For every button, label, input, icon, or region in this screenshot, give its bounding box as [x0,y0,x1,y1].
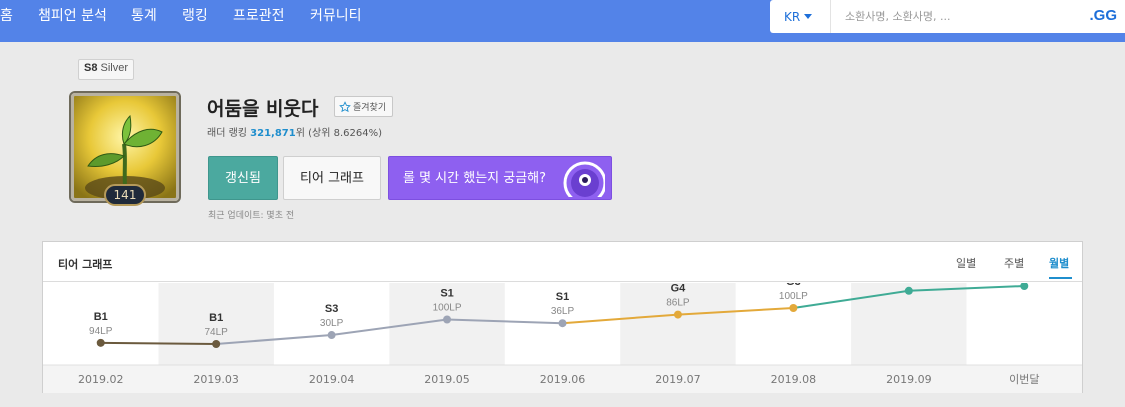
nav-pro-match[interactable]: 프로관전 [233,7,285,25]
active-tab-indicator [1049,277,1072,279]
last-update: 최근 업데이트: 몇초 전 [208,211,295,221]
nav-ranking[interactable]: 랭킹 [182,7,208,25]
region-label: KR [784,10,801,24]
favorite-label: 즐겨찾기 [353,103,387,113]
search-box: .GG [830,0,1125,33]
mascot-icon [563,161,605,197]
nav-statistics[interactable]: 통계 [131,7,157,25]
graph-point-tier-label: S1 [440,288,453,300]
graph-point-tier-label: G4 [671,283,687,295]
ladder-rank-prefix: 래더 랭킹 [207,128,247,139]
nav-champion-analysis[interactable]: 챔피언 분석 [38,7,107,25]
graph-point-lp-label: 74LP [204,327,228,338]
graph-column-band [851,283,967,365]
nav-community[interactable]: 커뮤니티 [310,7,362,25]
graph-x-tick-label: 2019.07 [655,373,701,386]
graph-x-tick-label: 이번달 [1009,373,1039,386]
tier-graph-title: 티어 그래프 [58,258,113,271]
renew-button[interactable]: 갱신됨 [208,156,278,200]
graph-point [212,340,221,348]
graph-point [1020,283,1029,290]
favorite-button[interactable]: 즐겨찾기 [334,96,394,117]
graph-x-tick-label: 2019.04 [309,373,355,386]
graph-point-lp-label: 36LP [551,306,575,317]
graph-point-tier-label: G3 [786,283,801,288]
graph-column-band [620,283,736,365]
ladder-rank-number[interactable]: 321,871 [250,128,296,139]
search-input[interactable] [831,0,1076,33]
tier-graph-chart: B1 94LP B1 74LP S3 30LP S1 100LP S1 36LP G4 86LP G3 1… [43,283,1082,393]
graph-point [789,304,798,313]
graph-point-tier-label: S3 [325,303,338,315]
graph-point-lp-label: 100LP [894,283,923,285]
graph-point [443,315,452,324]
graph-point-tier-label: B1 [209,312,223,324]
summoner-name: 어둠을 비웃다 [207,98,319,120]
chevron-down-icon [804,14,813,19]
graph-point-lp-label: 100LP [433,303,462,314]
graph-point-lp-label: 100LP [779,291,808,302]
graph-point [673,310,682,319]
graph-point-lp-label: 30LP [320,318,344,329]
graph-x-tick-label: 2019.02 [78,373,124,386]
season-tier: Silver [100,62,129,74]
graph-x-tick-label: 2019.08 [771,373,817,386]
tier-graph-button[interactable]: 티어 그래프 [283,156,381,200]
graph-point [96,338,105,347]
graph-point-lp-label: 86LP [666,298,690,309]
graph-point [558,319,567,328]
playtime-promo-button[interactable]: 롤 몇 시간 했는지 궁금해? [388,156,612,200]
profile-icon-frame: 141 [66,88,184,206]
graph-point [327,331,336,340]
graph-x-tick-label: 2019.09 [886,373,932,386]
ladder-rank-suffix: 위 (상위 8.6264%) [295,128,382,139]
graph-x-tick-label: 2019.05 [424,373,470,386]
region-select[interactable]: KR [770,0,830,33]
nav-home[interactable]: 홈 [0,7,13,25]
graph-point-tier-label: B1 [94,311,108,323]
graph-x-tick-label: 2019.03 [193,373,239,386]
tier-graph-header: 티어 그래프 일별 주별 월별 [43,242,1082,282]
season-label: S8 [84,62,98,74]
season-tier-badge: S8 Silver [78,59,135,80]
star-icon [339,101,351,113]
tab-daily[interactable]: 일별 [956,255,976,271]
graph-point-lp-label: 94LP [89,326,113,337]
tab-monthly[interactable]: 월별 [1049,255,1069,271]
graph-line-segment [100,341,217,345]
ladder-rank: 래더 랭킹 321,871위 (상위 8.6264%) [207,124,382,139]
playtime-promo-label: 롤 몇 시간 했는지 궁금해? [403,171,547,186]
summoner-level: 141 [104,184,146,206]
graph-point-tier-label: S1 [556,291,569,303]
top-nav: 홈 챔피언 분석 통계 랭킹 프로관전 커뮤니티 KR .GG [0,0,1125,42]
graph-x-tick-label: 2019.06 [540,373,586,386]
tier-graph-panel: 티어 그래프 일별 주별 월별 B1 94LP B1 74LP S3 30LP S1 100L… [42,241,1083,393]
graph-column-band [158,283,274,365]
tab-weekly[interactable]: 주별 [1004,255,1024,271]
search-button[interactable]: .GG [1089,7,1117,24]
graph-point [904,286,913,295]
